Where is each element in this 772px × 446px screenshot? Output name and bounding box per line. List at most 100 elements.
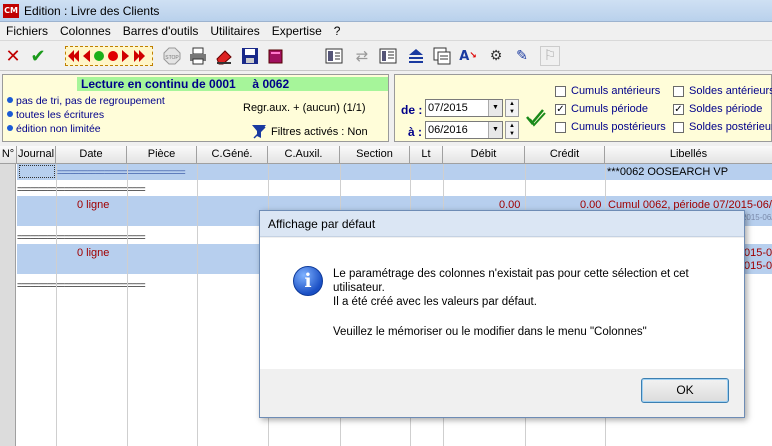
selection-title: Lecture en continu de 0001 à 0062 <box>77 77 388 91</box>
table-row[interactable]: ============================== ***0062 O… <box>17 164 772 180</box>
col-header-lt[interactable]: Lt <box>410 146 443 164</box>
checkbox[interactable] <box>673 85 684 97</box>
col-header-debit[interactable]: Débit <box>443 146 525 164</box>
checkbox[interactable] <box>673 121 684 133</box>
dialog-body: i Le paramétrage des colonnes n'existait… <box>260 238 744 369</box>
option-cumuls-anterieurs[interactable]: Cumuls antérieurs <box>555 85 660 97</box>
option-cumuls-periode[interactable]: ✓ Cumuls période <box>555 103 648 115</box>
col-header-date[interactable]: Date <box>56 146 127 164</box>
book-icon[interactable] <box>266 46 286 66</box>
list-view-icon[interactable] <box>378 46 398 66</box>
selection-summary-panel: Lecture en continu de 0001 à 0062 pas de… <box>2 74 389 142</box>
form-view-icon[interactable] <box>324 46 344 66</box>
col-header-libelles[interactable]: Libellés <box>605 146 772 164</box>
ok-button[interactable]: OK <box>641 378 729 403</box>
col-header-cauxil[interactable]: C.Auxil. <box>268 146 340 164</box>
default-display-dialog: Affichage par défaut i Le paramétrage de… <box>259 210 745 418</box>
bullet-limit: édition non limitée <box>7 123 101 135</box>
info-icon: i <box>293 266 323 296</box>
selected-cell[interactable] <box>19 165 55 178</box>
from-date-spinner[interactable]: ▲ ▼ <box>505 99 519 117</box>
selection-from-account: 0001 <box>209 77 236 91</box>
dialog-title: Affichage par défaut <box>260 211 744 237</box>
menu-help[interactable]: ? <box>328 24 347 38</box>
menu-expertise[interactable]: Expertise <box>266 24 328 38</box>
from-date-label: de : <box>401 103 423 117</box>
col-header-journal[interactable]: Journal <box>17 146 56 164</box>
dialog-message-line2: utilisateur. <box>333 282 385 294</box>
dialog-message-line1: Le paramétrage des colonnes n'existait p… <box>333 268 689 280</box>
eraser-icon[interactable] <box>214 46 234 66</box>
col-header-section[interactable]: Section <box>340 146 410 164</box>
filters-status[interactable]: Filtres activés : Non <box>251 124 368 140</box>
from-date-select[interactable]: 07/2015 ▼ <box>425 99 503 117</box>
checkbox-checked[interactable]: ✓ <box>673 103 684 115</box>
col-header-cgene[interactable]: C.Géné. <box>197 146 268 164</box>
option-label: Soldes antérieurs <box>689 85 772 97</box>
validate-icon[interactable]: ✔ <box>28 46 48 67</box>
col-header-credit[interactable]: Crédit <box>525 146 605 164</box>
menu-colonnes[interactable]: Colonnes <box>54 24 117 38</box>
row-dots: ============================== <box>57 167 186 177</box>
cancel-icon[interactable]: ✕ <box>3 46 23 67</box>
filters-label: Filtres activés : Non <box>271 126 368 138</box>
columns-icon[interactable] <box>432 46 452 66</box>
stop-icon[interactable]: STOP <box>162 46 182 66</box>
svg-text:STOP: STOP <box>165 55 179 61</box>
print-icon[interactable] <box>188 46 208 66</box>
settings-icon[interactable]: ⚙ <box>486 46 506 66</box>
exit-icon[interactable]: ⚐ <box>540 46 560 66</box>
selection-title-prefix: Lecture en continu de <box>81 77 206 91</box>
from-date-value: 07/2015 <box>428 102 468 114</box>
col-divider <box>197 164 198 446</box>
selection-to-account: 0062 <box>262 77 290 91</box>
row-libelle: ***0062 OOSEARCH VP <box>607 166 729 178</box>
checkbox-checked[interactable]: ✓ <box>555 103 566 115</box>
col-divider <box>127 164 128 446</box>
row-libelle: 015-06 <box>744 247 772 259</box>
selection-to-word: à <box>252 77 260 91</box>
menu-bar: Fichiers Colonnes Barres d'outils Utilit… <box>0 22 772 41</box>
option-soldes-anterieurs[interactable]: Soldes antérieurs <box>673 85 772 97</box>
filter-tool-icon[interactable]: ✎ <box>512 46 532 66</box>
align-icon[interactable] <box>406 46 426 66</box>
col-header-piece[interactable]: Pièce <box>127 146 197 164</box>
apply-check-icon[interactable] <box>525 107 547 130</box>
app-logo-icon: CM <box>3 3 19 18</box>
title-bar: CM Edition : Livre des Clients <box>0 0 772 22</box>
option-label: Cumuls antérieurs <box>571 85 661 97</box>
option-label: Soldes postérieurs <box>689 121 772 133</box>
menu-utilitaires[interactable]: Utilitaires <box>204 24 265 38</box>
to-date-value: 06/2016 <box>428 124 468 136</box>
option-cumuls-posterieurs[interactable]: Cumuls postérieurs <box>555 121 666 133</box>
chevron-down-icon[interactable]: ▼ <box>488 122 502 138</box>
bullet-sort: pas de tri, pas de regroupement <box>7 95 165 107</box>
separator-row: ============================== <box>17 184 146 194</box>
col-header-num[interactable]: N° <box>0 146 17 164</box>
navigation-group <box>65 46 153 66</box>
font-icon[interactable]: A ↘ <box>458 46 478 66</box>
funnel-icon <box>251 124 267 140</box>
period-options-panel: de : 07/2015 ▼ ▲ ▼ à : 06/2016 ▼ ▲ ▼ Cumul… <box>394 74 772 142</box>
toolbar: ✕ ✔ STOP ⇄ A ↘ ⚙ ✎ ⚐ <box>0 41 772 71</box>
row-date: 0 ligne <box>77 247 110 259</box>
refresh-icon[interactable]: ⇄ <box>352 46 372 66</box>
option-soldes-periode[interactable]: ✓ Soldes période <box>673 103 762 115</box>
option-label: Cumuls postérieurs <box>571 121 666 133</box>
option-label: Soldes période <box>689 103 763 115</box>
row-header-column <box>0 146 16 446</box>
menu-fichiers[interactable]: Fichiers <box>0 24 54 38</box>
option-soldes-posterieurs[interactable]: Soldes postérieurs <box>673 121 772 133</box>
checkbox[interactable] <box>555 121 566 133</box>
to-date-select[interactable]: 06/2016 ▼ <box>425 121 503 139</box>
checkbox[interactable] <box>555 85 566 97</box>
to-date-spinner[interactable]: ▲ ▼ <box>505 121 519 139</box>
chevron-down-icon[interactable]: ▼ <box>488 100 502 116</box>
menu-barres-outils[interactable]: Barres d'outils <box>117 24 205 38</box>
save-icon[interactable] <box>240 46 260 66</box>
col-divider <box>56 164 57 446</box>
dialog-message-line4: Veuillez le mémoriser ou le modifier dan… <box>333 326 647 338</box>
option-label: Cumuls période <box>571 103 649 115</box>
regroup-label: Regr.aux. + (aucun) (1/1) <box>243 102 366 114</box>
window-title: Edition : Livre des Clients <box>24 3 160 18</box>
